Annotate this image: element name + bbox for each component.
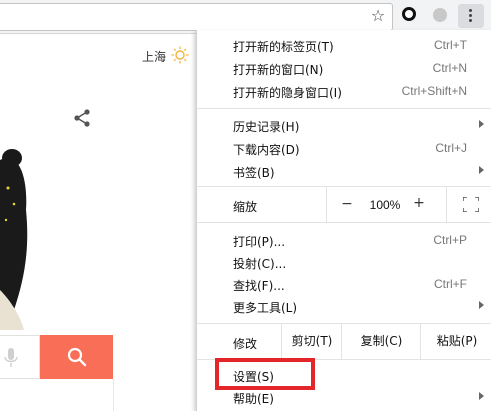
extension-gray-icon[interactable]: [433, 8, 447, 22]
submenu-arrow-icon: [479, 392, 484, 400]
zoom-level: 100%: [369, 198, 401, 212]
microphone-icon[interactable]: [4, 348, 18, 368]
search-icon: [67, 347, 87, 367]
search-button[interactable]: [40, 335, 113, 379]
chrome-main-menu: 打开新的标签页(T) Ctrl+T 打开新的窗口(N) Ctrl+N 打开新的隐…: [196, 30, 491, 411]
menu-zoom-row: 缩放 − 100% +: [197, 187, 491, 222]
menu-item-shortcut: Ctrl+J: [435, 141, 467, 155]
menu-item-new-window[interactable]: 打开新的窗口(N) Ctrl+N: [197, 58, 491, 79]
menu-item-new-tab[interactable]: 打开新的标签页(T) Ctrl+T: [197, 35, 491, 56]
settings-highlight-box: [215, 358, 315, 390]
fullscreen-icon: [463, 197, 479, 212]
zoom-out-button[interactable]: −: [339, 196, 355, 212]
menu-item-cast[interactable]: 投射(C)...: [197, 252, 491, 273]
menu-item-shortcut: Ctrl+T: [434, 38, 467, 52]
menu-item-downloads[interactable]: 下载内容(D) Ctrl+J: [197, 138, 491, 159]
menu-item-bookmarks[interactable]: 书签(B): [197, 161, 491, 182]
menu-item-shortcut: Ctrl+P: [433, 233, 467, 247]
menu-item-label: 历史记录(H): [233, 120, 300, 134]
edit-label: 修改: [233, 337, 258, 351]
address-bar[interactable]: ☆: [0, 3, 393, 31]
submenu-arrow-icon: [479, 301, 484, 309]
menu-item-label: 打开新的标签页(T): [233, 40, 334, 54]
menu-item-shortcut: Ctrl+F: [434, 277, 467, 291]
menu-item-shortcut: Ctrl+N: [432, 61, 467, 75]
menu-dot-icon: [469, 9, 472, 12]
extension-ring-icon[interactable]: [402, 7, 416, 21]
menu-edit-row: 修改 剪切(T) 复制(C) 粘贴(P): [197, 324, 491, 359]
menu-item-label: 帮助(E): [233, 392, 274, 406]
submenu-arrow-icon: [479, 120, 484, 128]
suggestion-panel: [0, 379, 114, 411]
zoom-label: 缩放: [233, 200, 258, 214]
menu-item-label: 书签(B): [233, 166, 275, 180]
menu-item-new-incognito[interactable]: 打开新的隐身窗口(I) Ctrl+Shift+N: [197, 81, 491, 102]
zoom-controls: − 100% +: [326, 187, 491, 222]
menu-item-label: 更多工具(L): [233, 301, 298, 315]
menu-item-label: 打开新的窗口(N): [233, 63, 324, 77]
search-input[interactable]: [0, 335, 40, 379]
menu-item-print[interactable]: 打印(P)... Ctrl+P: [197, 230, 491, 251]
submenu-arrow-icon: [479, 166, 484, 174]
menu-item-label: 打印(P)...: [233, 235, 286, 249]
sun-icon: [171, 46, 189, 64]
bookmark-star-icon[interactable]: ☆: [368, 6, 388, 26]
chrome-menu-button[interactable]: [458, 4, 484, 28]
menu-item-find[interactable]: 查找(F)... Ctrl+F: [197, 274, 491, 295]
menu-divider: [197, 108, 491, 109]
weather-city: 上海: [142, 50, 167, 64]
menu-item-more-tools[interactable]: 更多工具(L): [197, 296, 491, 317]
menu-item-label: 下载内容(D): [233, 143, 300, 157]
menu-divider: [197, 222, 491, 223]
menu-item-label: 查找(F)...: [233, 279, 285, 293]
zoom-in-button[interactable]: +: [411, 195, 427, 211]
menu-item-help[interactable]: 帮助(E): [197, 387, 491, 408]
fullscreen-button[interactable]: [446, 187, 491, 222]
cut-button[interactable]: 剪切(T): [281, 324, 342, 359]
browser-toolbar: ☆: [0, 0, 491, 34]
menu-item-history[interactable]: 历史记录(H): [197, 115, 491, 136]
paste-button[interactable]: 粘贴(P): [420, 324, 491, 359]
menu-item-label: 投射(C)...: [233, 257, 287, 271]
share-icon[interactable]: [72, 108, 92, 128]
doodle-illustration: [0, 149, 28, 330]
menu-item-shortcut: Ctrl+Shift+N: [401, 84, 467, 98]
menu-dot-icon: [469, 19, 472, 22]
menu-dot-icon: [469, 14, 472, 17]
copy-button[interactable]: 复制(C): [341, 324, 421, 359]
menu-item-label: 打开新的隐身窗口(I): [233, 86, 342, 100]
